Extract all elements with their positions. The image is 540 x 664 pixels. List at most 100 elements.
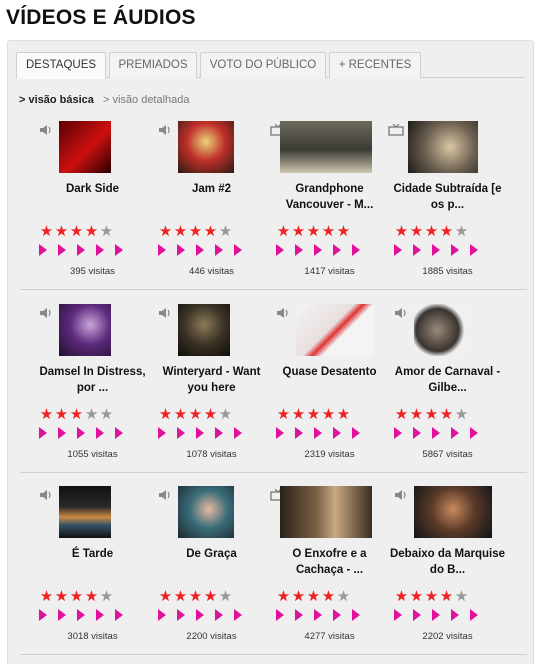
star-icon[interactable]: ★ xyxy=(173,589,188,604)
rating-stars[interactable]: ★ ★ ★ ★ ★ xyxy=(39,223,149,239)
star-icon[interactable]: ★ xyxy=(203,407,218,422)
media-title[interactable]: Debaixo da Marquise do B... xyxy=(388,546,507,580)
star-icon[interactable]: ★ xyxy=(306,407,321,422)
star-icon[interactable]: ★ xyxy=(84,589,99,604)
rating-stars[interactable]: ★ ★ ★ ★ ★ xyxy=(158,406,268,422)
star-icon[interactable]: ★ xyxy=(54,407,69,422)
media-title[interactable]: Grandphone Vancouver - M... xyxy=(270,181,389,215)
media-item[interactable]: Grandphone Vancouver - M... ★ ★ ★ ★ ★ 1417 vis… xyxy=(270,121,389,291)
star-icon[interactable]: ★ xyxy=(336,407,351,422)
star-icon[interactable]: ★ xyxy=(454,407,469,422)
media-thumbnail[interactable] xyxy=(408,121,478,173)
star-icon[interactable]: ★ xyxy=(54,224,69,239)
star-icon[interactable]: ★ xyxy=(158,407,173,422)
star-icon[interactable]: ★ xyxy=(306,224,321,239)
star-icon[interactable]: ★ xyxy=(424,407,439,422)
star-icon[interactable]: ★ xyxy=(173,224,188,239)
media-thumbnail[interactable] xyxy=(178,304,230,356)
star-icon[interactable]: ★ xyxy=(99,407,114,422)
star-icon[interactable]: ★ xyxy=(99,224,114,239)
star-icon[interactable]: ★ xyxy=(321,589,336,604)
star-icon[interactable]: ★ xyxy=(424,224,439,239)
star-icon[interactable]: ★ xyxy=(321,224,336,239)
star-icon[interactable]: ★ xyxy=(69,224,84,239)
media-item[interactable]: Cidade Subtraída [e os p... ★ ★ ★ ★ ★ 1885 vis… xyxy=(388,121,507,291)
media-thumbnail[interactable] xyxy=(59,304,111,356)
media-item[interactable]: Winteryard - Want you here ★ ★ ★ ★ ★ 1078 visi… xyxy=(152,304,271,474)
media-title[interactable]: Damsel In Distress, por ... xyxy=(33,364,152,398)
media-thumbnail[interactable] xyxy=(280,121,372,173)
media-thumbnail[interactable] xyxy=(296,304,374,356)
star-icon[interactable]: ★ xyxy=(188,407,203,422)
media-thumbnail[interactable] xyxy=(414,304,466,356)
media-item[interactable]: É Tarde ★ ★ ★ ★ ★ 3018 visitas xyxy=(33,486,152,656)
star-icon[interactable]: ★ xyxy=(291,407,306,422)
media-thumbnail[interactable] xyxy=(59,121,111,173)
star-icon[interactable]: ★ xyxy=(409,224,424,239)
media-item[interactable]: Jam #2 ★ ★ ★ ★ ★ 446 visitas xyxy=(152,121,271,291)
star-icon[interactable]: ★ xyxy=(158,224,173,239)
media-thumbnail[interactable] xyxy=(280,486,372,538)
media-title[interactable]: Quase Desatento xyxy=(270,364,389,398)
star-icon[interactable]: ★ xyxy=(439,407,454,422)
star-icon[interactable]: ★ xyxy=(276,407,291,422)
star-icon[interactable]: ★ xyxy=(188,589,203,604)
star-icon[interactable]: ★ xyxy=(276,224,291,239)
star-icon[interactable]: ★ xyxy=(218,224,233,239)
star-icon[interactable]: ★ xyxy=(99,589,114,604)
star-icon[interactable]: ★ xyxy=(291,224,306,239)
media-title[interactable]: Cidade Subtraída [e os p... xyxy=(388,181,507,215)
star-icon[interactable]: ★ xyxy=(409,407,424,422)
media-item[interactable]: O Enxofre e a Cachaça - ... ★ ★ ★ ★ ★ 4277 vis… xyxy=(270,486,389,656)
media-item[interactable]: Damsel In Distress, por ... ★ ★ ★ ★ ★ 1055 vis… xyxy=(33,304,152,474)
star-icon[interactable]: ★ xyxy=(291,589,306,604)
media-title[interactable]: Jam #2 xyxy=(152,181,271,215)
star-icon[interactable]: ★ xyxy=(84,224,99,239)
star-icon[interactable]: ★ xyxy=(69,407,84,422)
star-icon[interactable]: ★ xyxy=(306,589,321,604)
media-title[interactable]: O Enxofre e a Cachaça - ... xyxy=(270,546,389,580)
rating-stars[interactable]: ★ ★ ★ ★ ★ xyxy=(158,223,268,239)
star-icon[interactable]: ★ xyxy=(336,224,351,239)
star-icon[interactable]: ★ xyxy=(173,407,188,422)
rating-stars[interactable]: ★ ★ ★ ★ ★ xyxy=(276,223,386,239)
media-title[interactable]: Dark Side xyxy=(33,181,152,215)
rating-stars[interactable]: ★ ★ ★ ★ ★ xyxy=(276,588,386,604)
star-icon[interactable]: ★ xyxy=(439,589,454,604)
media-thumbnail[interactable] xyxy=(178,486,234,538)
star-icon[interactable]: ★ xyxy=(218,589,233,604)
media-item[interactable]: Amor de Carnaval - Gilbe... ★ ★ ★ ★ ★ 5867 vis… xyxy=(388,304,507,474)
star-icon[interactable]: ★ xyxy=(84,407,99,422)
star-icon[interactable]: ★ xyxy=(454,589,469,604)
star-icon[interactable]: ★ xyxy=(158,589,173,604)
rating-stars[interactable]: ★ ★ ★ ★ ★ xyxy=(39,588,149,604)
media-thumbnail[interactable] xyxy=(414,486,492,538)
star-icon[interactable]: ★ xyxy=(424,589,439,604)
star-icon[interactable]: ★ xyxy=(454,224,469,239)
star-icon[interactable]: ★ xyxy=(188,224,203,239)
star-icon[interactable]: ★ xyxy=(203,224,218,239)
star-icon[interactable]: ★ xyxy=(439,224,454,239)
media-title[interactable]: É Tarde xyxy=(33,546,152,580)
rating-stars[interactable]: ★ ★ ★ ★ ★ xyxy=(39,406,149,422)
star-icon[interactable]: ★ xyxy=(218,407,233,422)
star-icon[interactable]: ★ xyxy=(394,589,409,604)
star-icon[interactable]: ★ xyxy=(39,589,54,604)
media-item[interactable]: De Graça ★ ★ ★ ★ ★ 2200 visitas xyxy=(152,486,271,656)
media-thumbnail[interactable] xyxy=(178,121,234,173)
media-item[interactable]: Quase Desatento ★ ★ ★ ★ ★ 2319 visitas xyxy=(270,304,389,474)
star-icon[interactable]: ★ xyxy=(394,407,409,422)
star-icon[interactable]: ★ xyxy=(203,589,218,604)
star-icon[interactable]: ★ xyxy=(276,589,291,604)
star-icon[interactable]: ★ xyxy=(69,589,84,604)
rating-stars[interactable]: ★ ★ ★ ★ ★ xyxy=(394,223,504,239)
media-thumbnail[interactable] xyxy=(59,486,111,538)
rating-stars[interactable]: ★ ★ ★ ★ ★ xyxy=(394,406,504,422)
media-item[interactable]: Debaixo da Marquise do B... ★ ★ ★ ★ ★ 2202 vis… xyxy=(388,486,507,656)
media-title[interactable]: De Graça xyxy=(152,546,271,580)
star-icon[interactable]: ★ xyxy=(39,407,54,422)
rating-stars[interactable]: ★ ★ ★ ★ ★ xyxy=(394,588,504,604)
media-title[interactable]: Amor de Carnaval - Gilbe... xyxy=(388,364,507,398)
star-icon[interactable]: ★ xyxy=(409,589,424,604)
media-title[interactable]: Winteryard - Want you here xyxy=(152,364,271,398)
